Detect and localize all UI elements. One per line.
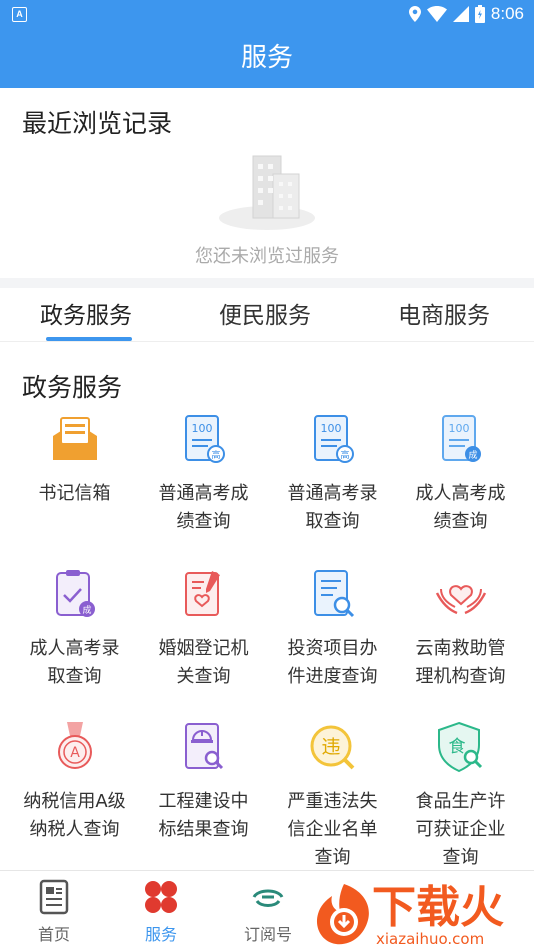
service-item-label: 普通高考成绩查询 (158, 483, 249, 532)
subscription-icon (252, 889, 284, 907)
service-item-label: 投资项目办件进度查询 (287, 638, 378, 687)
signal-icon (452, 6, 469, 22)
svg-text:成: 成 (82, 604, 91, 616)
status-icons: 8:06 (408, 4, 524, 24)
service-item-label: 婚姻登记机关查询 (158, 638, 249, 687)
recent-section-title: 最近浏览记录 (22, 109, 173, 138)
app-notification-icon: A (12, 7, 27, 22)
page-title: 服务 (0, 28, 534, 88)
svg-text:高: 高 (211, 449, 220, 461)
investment-progress-icon (313, 570, 354, 618)
service-item-relief-agency[interactable]: 云南救助管理机构查询 (394, 567, 527, 691)
mailbox-icon (52, 417, 97, 460)
home-doc-icon (39, 879, 69, 915)
nav-subscription[interactable]: 订阅号 (228, 871, 308, 945)
service-item-tax-credit[interactable]: A 纳税信用A级纳税人查询 (8, 720, 141, 844)
watermark-url: xiazaihuo.com (376, 930, 484, 948)
status-time: 8:06 (490, 4, 524, 23)
section-title: 政务服务 (22, 373, 123, 402)
svg-text:100: 100 (320, 422, 341, 435)
nav-label: 订阅号 (243, 925, 292, 944)
exam-score-icon: 100 高 (184, 415, 225, 463)
service-item-label: 成人高考录取查询 (29, 638, 120, 687)
service-item-label: 纳税信用A级纳税人查询 (23, 791, 126, 840)
violation-list-icon: 违 (310, 725, 354, 770)
empty-buildings-icon (219, 155, 315, 230)
service-item-label: 严重违法失信企业名单查询 (287, 791, 378, 868)
tax-credit-icon: A (57, 722, 92, 769)
service-item-label: 食品生产许可获证企业查询 (415, 791, 506, 868)
watermark-logo: 下载火 xiazaihuo.com (316, 882, 504, 948)
nav-service[interactable]: 服务 (121, 871, 201, 945)
svg-text:食: 食 (448, 737, 465, 757)
empty-state-text: 您还未浏览过服务 (195, 246, 339, 267)
service-item-exam-score[interactable]: 100 高 普通高考成绩查询 (137, 412, 270, 536)
adult-exam-score-icon: 100 成 (441, 415, 481, 462)
service-item-label: 云南救助管理机构查询 (415, 638, 506, 687)
service-item-investment-progress[interactable]: 投资项目办件进度查询 (266, 567, 399, 691)
nav-home[interactable]: 首页 (14, 871, 94, 945)
service-item-label: 普通高考录取查询 (287, 483, 378, 532)
service-item-adult-exam-admission[interactable]: 成 成人高考录取查询 (8, 567, 141, 691)
service-item-construction-bid[interactable]: 工程建设中标结果查询 (137, 720, 270, 844)
service-item-food-license[interactable]: 食 食品生产许可获证企业查询 (394, 720, 527, 872)
active-tab-indicator (46, 337, 132, 341)
food-license-icon: 食 (437, 721, 482, 773)
nav-label: 服务 (144, 925, 177, 944)
svg-text:违: 违 (321, 736, 340, 758)
battery-icon (474, 5, 485, 23)
wifi-icon (426, 6, 447, 22)
service-item-label: 工程建设中标结果查询 (158, 791, 249, 840)
tab-government-services[interactable]: 政务服务 (40, 296, 132, 330)
service-item-violation-list[interactable]: 违 严重违法失信企业名单查询 (266, 720, 399, 872)
relief-agency-icon (435, 585, 486, 615)
svg-text:高: 高 (340, 449, 349, 461)
watermark-text: 下载火 (372, 882, 504, 933)
adult-exam-admission-icon: 成 (55, 570, 95, 617)
svg-text:100: 100 (191, 422, 212, 435)
nav-label: 首页 (37, 925, 70, 944)
service-grid-icon (145, 881, 177, 913)
service-item-mailbox[interactable]: 书记信箱 (8, 412, 141, 508)
section-divider (0, 278, 534, 288)
service-item-marriage-registry[interactable]: 婚姻登记机关查询 (137, 567, 270, 691)
svg-text:A: A (70, 745, 80, 761)
construction-bid-icon (184, 723, 223, 770)
tab-convenience-services[interactable]: 便民服务 (219, 296, 311, 330)
service-item-label: 书记信箱 (38, 483, 111, 504)
status-bar: A 8:06 (0, 0, 534, 28)
svg-text:成: 成 (468, 449, 477, 461)
exam-admission-icon: 100 高 (313, 415, 354, 463)
service-tabs: 政务服务 便民服务 电商服务 (0, 288, 534, 342)
service-item-exam-admission[interactable]: 100 高 普通高考录取查询 (266, 412, 399, 536)
service-item-adult-exam-score[interactable]: 100 成 成人高考成绩查询 (394, 412, 527, 536)
svg-text:100: 100 (448, 422, 469, 435)
marriage-registry-icon (184, 571, 220, 616)
tab-ecommerce-services[interactable]: 电商服务 (398, 296, 490, 330)
location-icon (408, 6, 421, 22)
service-item-label: 成人高考成绩查询 (415, 483, 506, 532)
